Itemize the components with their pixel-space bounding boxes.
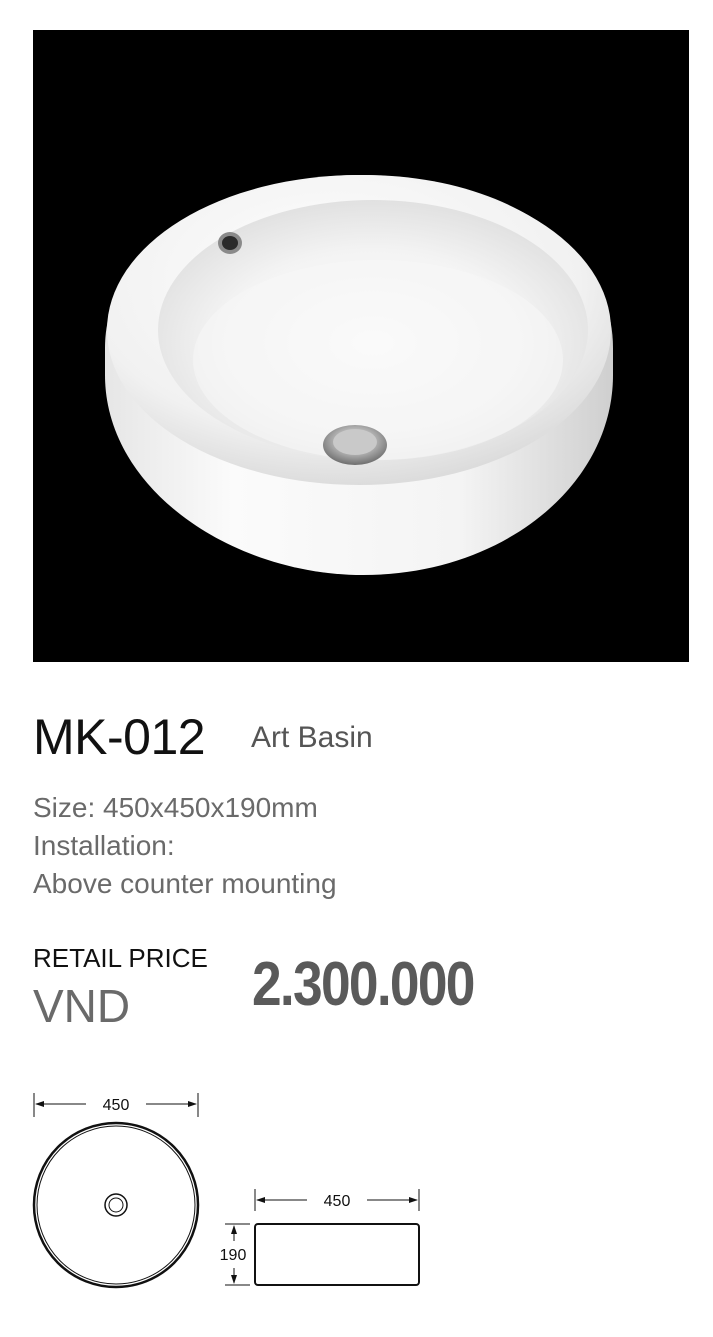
product-model: MK-012 [33,709,206,765]
side-view [254,1223,420,1286]
spec-installation: Installation: [33,830,175,861]
technical-drawing: 450 450 190 [32,1093,420,1289]
side-view-height-dimension: 190 [220,1223,250,1286]
basin-image [105,175,613,575]
top-view [32,1121,200,1289]
price-currency: VND [33,980,131,1032]
price-value: 2.300.000 [252,950,475,1019]
top-view-dimension: 450 [33,1093,199,1117]
top-view-width-label: 450 [103,1097,130,1114]
side-view-width-dimension: 450 [254,1189,420,1211]
retail-price-label: RETAIL PRICE [33,943,208,973]
product-photo [33,30,689,662]
spec-size: Size: 450x450x190mm [33,792,318,823]
side-view-height-label: 190 [220,1247,247,1264]
spec-mounting: Above counter mounting [33,868,337,899]
product-name: Art Basin [251,721,373,754]
side-view-width-label: 450 [324,1193,351,1210]
